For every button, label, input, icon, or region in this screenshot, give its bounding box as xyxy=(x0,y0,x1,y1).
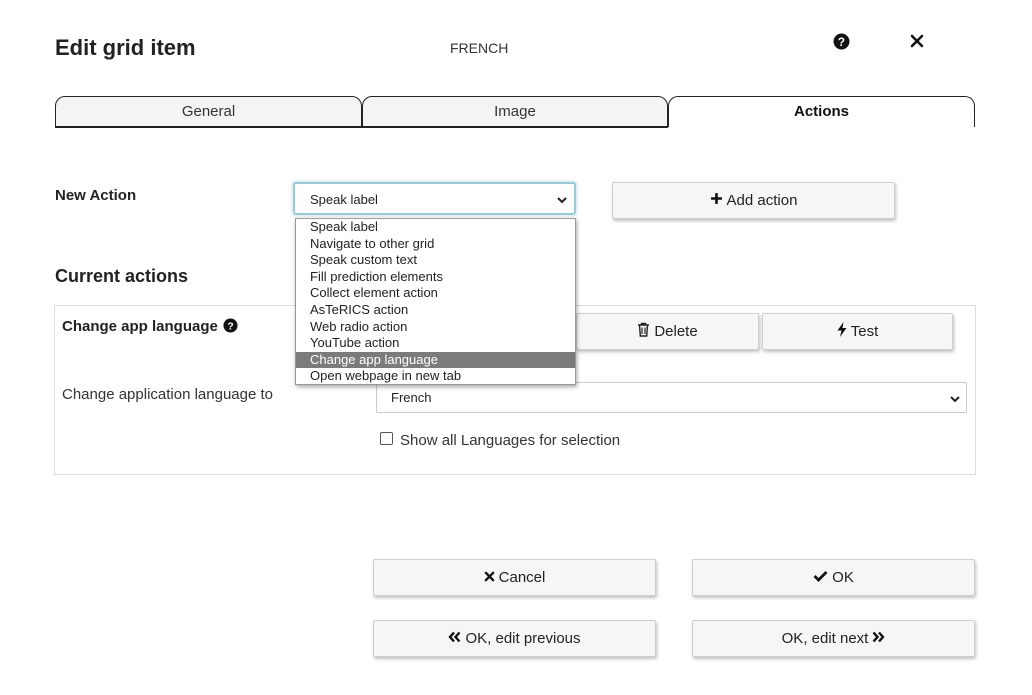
close-icon xyxy=(484,569,495,586)
tab-actions[interactable]: Actions xyxy=(668,96,975,127)
new-action-label: New Action xyxy=(55,187,137,204)
dropdown-option[interactable]: Web radio action xyxy=(296,319,575,336)
ok-label: OK xyxy=(832,569,854,586)
dropdown-option[interactable]: Speak label xyxy=(296,219,575,236)
cancel-label: Cancel xyxy=(498,569,546,586)
ok-edit-previous-label: OK, edit previous xyxy=(465,630,581,647)
tab-general[interactable]: General xyxy=(55,96,362,127)
check-icon xyxy=(813,569,828,586)
svg-text:?: ? xyxy=(227,321,233,332)
dropdown-option[interactable]: Collect element action xyxy=(296,285,575,302)
add-action-button[interactable]: Add action xyxy=(612,182,895,219)
plus-icon xyxy=(710,192,723,209)
new-action-selected-value: Speak label xyxy=(310,192,378,207)
show-all-languages-label[interactable]: Show all Languages for selection xyxy=(400,432,620,449)
bolt-icon xyxy=(837,322,847,341)
dropdown-option-highlighted[interactable]: Change app language xyxy=(296,351,575,369)
current-actions-heading: Current actions xyxy=(55,266,189,286)
double-chevron-left-icon xyxy=(448,630,461,647)
double-chevron-right-icon xyxy=(872,630,885,647)
dropdown-option[interactable]: Fill prediction elements xyxy=(296,269,575,286)
svg-text:?: ? xyxy=(838,36,845,49)
question-circle-icon[interactable]: ? xyxy=(833,33,850,50)
tab-image[interactable]: Image xyxy=(362,96,668,127)
close-icon[interactable] xyxy=(909,33,925,49)
chevron-down-icon xyxy=(556,193,568,205)
dropdown-option[interactable]: Open webpage in new tab xyxy=(296,368,575,385)
question-circle-icon[interactable]: ? xyxy=(223,318,238,333)
delete-action-button[interactable]: Delete xyxy=(576,313,759,350)
dropdown-option[interactable]: Speak custom text xyxy=(296,252,575,269)
language-selected-value: French xyxy=(391,390,432,405)
action-name: Change app language xyxy=(62,318,218,335)
ok-edit-next-button[interactable]: OK, edit next xyxy=(692,620,975,657)
delete-label: Delete xyxy=(654,323,698,340)
language-field-label: Change application language to xyxy=(62,386,274,403)
dropdown-option[interactable]: Navigate to other grid xyxy=(296,236,575,253)
new-action-select[interactable]: Speak label xyxy=(293,182,576,215)
new-action-dropdown-list[interactable]: Speak label Navigate to other grid Speak… xyxy=(295,218,576,385)
grid-name: FRENCH xyxy=(450,40,509,56)
show-all-languages-checkbox[interactable] xyxy=(380,432,393,445)
cancel-button[interactable]: Cancel xyxy=(373,559,656,596)
language-select[interactable]: French xyxy=(376,382,967,413)
ok-button[interactable]: OK xyxy=(692,559,975,596)
dialog-title: Edit grid item xyxy=(55,35,196,60)
tab-divider xyxy=(55,127,668,128)
test-label: Test xyxy=(850,323,879,340)
ok-edit-previous-button[interactable]: OK, edit previous xyxy=(373,620,656,657)
add-action-label: Add action xyxy=(726,192,798,209)
dropdown-option[interactable]: YouTube action xyxy=(296,335,575,352)
ok-edit-next-label: OK, edit next xyxy=(781,630,869,647)
dropdown-option[interactable]: AsTeRICS action xyxy=(296,302,575,319)
test-action-button[interactable]: Test xyxy=(762,313,953,350)
trash-icon xyxy=(637,322,650,341)
chevron-down-icon xyxy=(949,392,961,404)
